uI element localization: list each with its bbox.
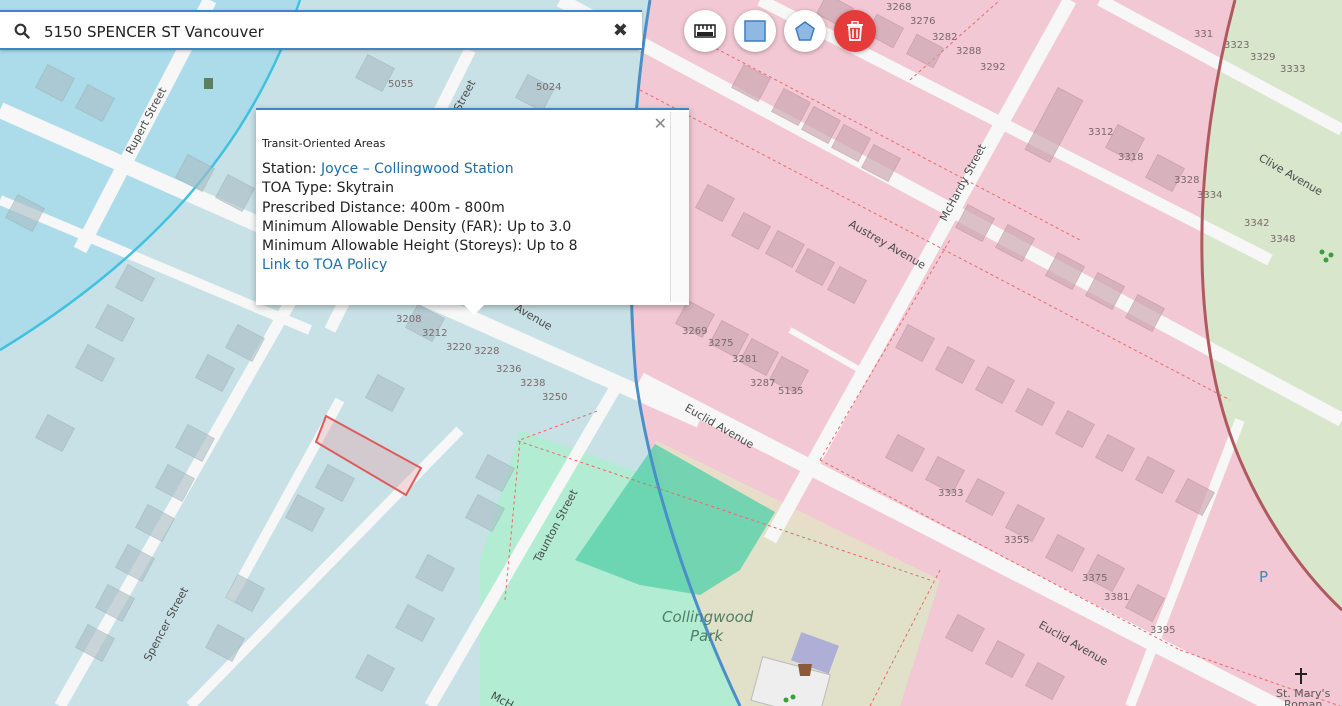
waste-icon bbox=[204, 78, 213, 89]
svg-text:3318: 3318 bbox=[1118, 152, 1143, 163]
svg-text:3212: 3212 bbox=[422, 328, 447, 339]
svg-text:3288: 3288 bbox=[956, 46, 981, 57]
popup-station-link[interactable]: Joyce – Collingwood Station bbox=[321, 161, 514, 177]
popup-close-icon[interactable]: ✕ bbox=[654, 114, 667, 133]
svg-text:3250: 3250 bbox=[542, 392, 567, 403]
close-icon[interactable]: ✖ bbox=[613, 20, 628, 41]
popup-scrollbar[interactable] bbox=[670, 112, 689, 302]
svg-text:3220: 3220 bbox=[446, 342, 471, 353]
draw-polygon-button[interactable] bbox=[784, 10, 826, 52]
svg-text:3328: 3328 bbox=[1174, 175, 1199, 186]
pentagon-icon bbox=[795, 21, 815, 41]
svg-text:5024: 5024 bbox=[536, 82, 561, 93]
svg-text:3276: 3276 bbox=[910, 16, 935, 27]
popup-density: Minimum Allowable Density (FAR): Up to 3… bbox=[262, 218, 572, 235]
label-park-2: Park bbox=[690, 627, 724, 645]
info-popup: ✕ Transit-Oriented Areas Station: Joyce … bbox=[256, 108, 689, 315]
svg-text:3329: 3329 bbox=[1250, 52, 1275, 63]
popup-station-label: Station: bbox=[262, 161, 321, 177]
search-input[interactable] bbox=[42, 18, 586, 46]
measure-button[interactable] bbox=[684, 10, 726, 52]
popup-tip bbox=[464, 305, 484, 315]
svg-text:5055: 5055 bbox=[388, 79, 413, 90]
svg-text:3355: 3355 bbox=[1004, 535, 1029, 546]
svg-text:3287: 3287 bbox=[750, 378, 775, 389]
svg-text:3334: 3334 bbox=[1197, 190, 1222, 201]
svg-text:3342: 3342 bbox=[1244, 218, 1269, 229]
map-canvas[interactable]: Rupert Street Spencer Street Taunton Str… bbox=[0, 0, 1342, 706]
svg-text:3312: 3312 bbox=[1088, 127, 1113, 138]
svg-text:331: 331 bbox=[1194, 29, 1213, 40]
parking-icon: P bbox=[1259, 568, 1268, 586]
svg-text:5135: 5135 bbox=[778, 386, 803, 397]
popup-station-row: Station: Joyce – Collingwood Station bbox=[262, 160, 578, 179]
svg-text:3236: 3236 bbox=[496, 364, 521, 375]
svg-text:3228: 3228 bbox=[474, 346, 499, 357]
svg-text:3275: 3275 bbox=[708, 338, 733, 349]
delete-button[interactable] bbox=[834, 10, 876, 52]
popup-policy-link[interactable]: Link to TOA Policy bbox=[262, 257, 387, 273]
popup-height: Minimum Allowable Height (Storeys): Up t… bbox=[262, 238, 578, 255]
label-roman: Roman bbox=[1284, 698, 1322, 706]
svg-text:3348: 3348 bbox=[1270, 234, 1295, 245]
popup-toa-type: TOA Type: Skytrain bbox=[262, 180, 395, 197]
svg-text:3375: 3375 bbox=[1082, 573, 1107, 584]
svg-text:3323: 3323 bbox=[1224, 40, 1249, 51]
search-bar: ✖ bbox=[0, 10, 642, 50]
svg-text:3238: 3238 bbox=[520, 378, 545, 389]
svg-text:3282: 3282 bbox=[932, 32, 957, 43]
svg-text:3292: 3292 bbox=[980, 62, 1005, 73]
square-icon bbox=[744, 20, 766, 42]
svg-text:3268: 3268 bbox=[886, 2, 911, 13]
svg-text:3333: 3333 bbox=[1280, 64, 1305, 75]
trash-icon bbox=[847, 21, 863, 41]
svg-text:3333: 3333 bbox=[938, 488, 963, 499]
search-icon[interactable] bbox=[14, 23, 30, 39]
popup-distance: Prescribed Distance: 400m - 800m bbox=[262, 199, 505, 216]
svg-text:3395: 3395 bbox=[1150, 625, 1175, 636]
label-park-1: Collingwood bbox=[662, 608, 754, 626]
svg-text:3381: 3381 bbox=[1104, 592, 1129, 603]
popup-body: Station: Joyce – Collingwood Station TOA… bbox=[262, 160, 578, 276]
svg-text:3269: 3269 bbox=[682, 326, 707, 337]
draw-rectangle-button[interactable] bbox=[734, 10, 776, 52]
draw-toolbar bbox=[684, 10, 876, 52]
ruler-icon bbox=[694, 24, 716, 38]
picnic-icon bbox=[798, 664, 812, 676]
svg-text:3281: 3281 bbox=[732, 354, 757, 365]
svg-text:3208: 3208 bbox=[396, 314, 421, 325]
popup-title: Transit-Oriented Areas bbox=[262, 137, 386, 150]
